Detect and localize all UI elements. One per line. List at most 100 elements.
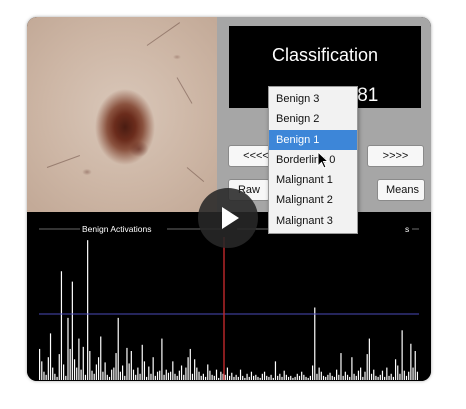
activation-bar (322, 375, 325, 380)
activation-bar (255, 374, 257, 380)
activation-bar (366, 354, 368, 380)
activation-bar (237, 376, 239, 380)
activation-bar (381, 370, 384, 380)
activation-bar (41, 361, 43, 380)
activation-bar (60, 271, 63, 380)
activation-bar (43, 371, 45, 380)
activation-bar (397, 365, 399, 380)
activation-bar (194, 359, 196, 380)
activation-bar (172, 361, 174, 380)
activation-bar (379, 374, 381, 380)
activation-bar (314, 307, 316, 380)
activation-bar (80, 369, 82, 380)
activation-bar (360, 367, 362, 380)
activation-bar (154, 375, 156, 380)
activation-bar (170, 371, 172, 380)
activation-bar (338, 374, 340, 380)
activation-bar (277, 375, 279, 380)
activation-bar (263, 371, 266, 380)
activation-bar (336, 369, 338, 380)
next-button[interactable]: >>>> (367, 145, 424, 167)
dropdown-option[interactable]: Malignant 2 (269, 190, 357, 210)
activation-bar (215, 369, 218, 380)
activation-bar (346, 374, 349, 380)
activation-bar (137, 367, 139, 380)
activation-bar (274, 361, 277, 380)
activation-bar (132, 369, 135, 380)
activation-bar (298, 375, 301, 380)
activation-bar (117, 317, 119, 380)
activation-bar (261, 373, 263, 380)
activation-bar (84, 374, 87, 380)
mouse-cursor-icon (317, 151, 330, 169)
activation-bar (388, 375, 390, 380)
activation-bar (329, 372, 331, 380)
activation-bars (39, 240, 419, 380)
activation-bar (207, 364, 209, 380)
activation-bar (392, 376, 394, 380)
dropdown-option[interactable]: Borderline 0 (269, 150, 357, 170)
activation-bar (316, 373, 318, 380)
activation-bar (126, 347, 128, 380)
activation-bar (351, 357, 353, 380)
activation-bar (414, 351, 416, 380)
activation-bar (135, 374, 137, 380)
class-select-dropdown[interactable]: Benign 3 Benign 2 Benign 1 Borderline 0 … (268, 86, 358, 235)
activation-bar (209, 370, 211, 380)
activation-bar (76, 367, 78, 380)
activation-bar (159, 370, 161, 380)
activation-bar (384, 376, 386, 380)
dropdown-option[interactable]: Benign 2 (269, 109, 357, 129)
activation-bar (71, 281, 73, 380)
dropdown-option[interactable]: Malignant 1 (269, 170, 357, 190)
activation-bar (242, 375, 244, 380)
activation-bar (305, 376, 307, 380)
activation-bar (161, 338, 163, 380)
activation-bar (320, 371, 322, 380)
activation-bar (250, 371, 253, 380)
activation-bar (386, 367, 388, 380)
play-button[interactable] (198, 188, 258, 248)
activation-bar (246, 373, 248, 380)
activation-bar (344, 371, 346, 380)
activation-bar (196, 367, 198, 380)
activation-bar (121, 365, 124, 380)
activation-bar (318, 367, 320, 380)
activation-bar (226, 367, 229, 380)
activation-bar (91, 370, 93, 380)
activation-bar (307, 377, 309, 380)
activation-bar (180, 365, 183, 380)
activation-bar (408, 371, 410, 380)
activation-bar (93, 373, 95, 380)
activation-bar (349, 376, 351, 380)
activation-bar (333, 376, 336, 380)
activation-bar (100, 336, 102, 380)
activation-bar (377, 376, 379, 380)
activation-bar (239, 369, 242, 380)
dropdown-option[interactable]: Benign 3 (269, 89, 357, 109)
means-button[interactable]: Means (377, 179, 425, 201)
activation-bar (106, 374, 108, 380)
activation-bar (163, 374, 165, 380)
activation-bar (146, 376, 148, 380)
activation-bar (52, 367, 54, 380)
activation-bar (128, 363, 130, 380)
activation-bar (119, 371, 121, 380)
activation-bar (357, 370, 360, 380)
activation-bar (364, 371, 366, 380)
activation-bar (67, 317, 69, 380)
activation-bar (229, 375, 231, 380)
activation-bar (235, 374, 237, 380)
dropdown-option[interactable]: Malignant 3 (269, 211, 357, 231)
activation-bar (47, 357, 49, 380)
dropdown-option-selected[interactable]: Benign 1 (269, 129, 357, 150)
activation-bar (95, 364, 97, 380)
activation-bar (244, 377, 246, 380)
play-icon (222, 207, 239, 229)
activation-bar (56, 376, 58, 380)
activation-bar (63, 364, 65, 380)
classification-title: Classification (271, 45, 379, 65)
activation-bar (390, 373, 392, 380)
activation-bar (189, 348, 191, 380)
activation-bar (370, 373, 373, 380)
